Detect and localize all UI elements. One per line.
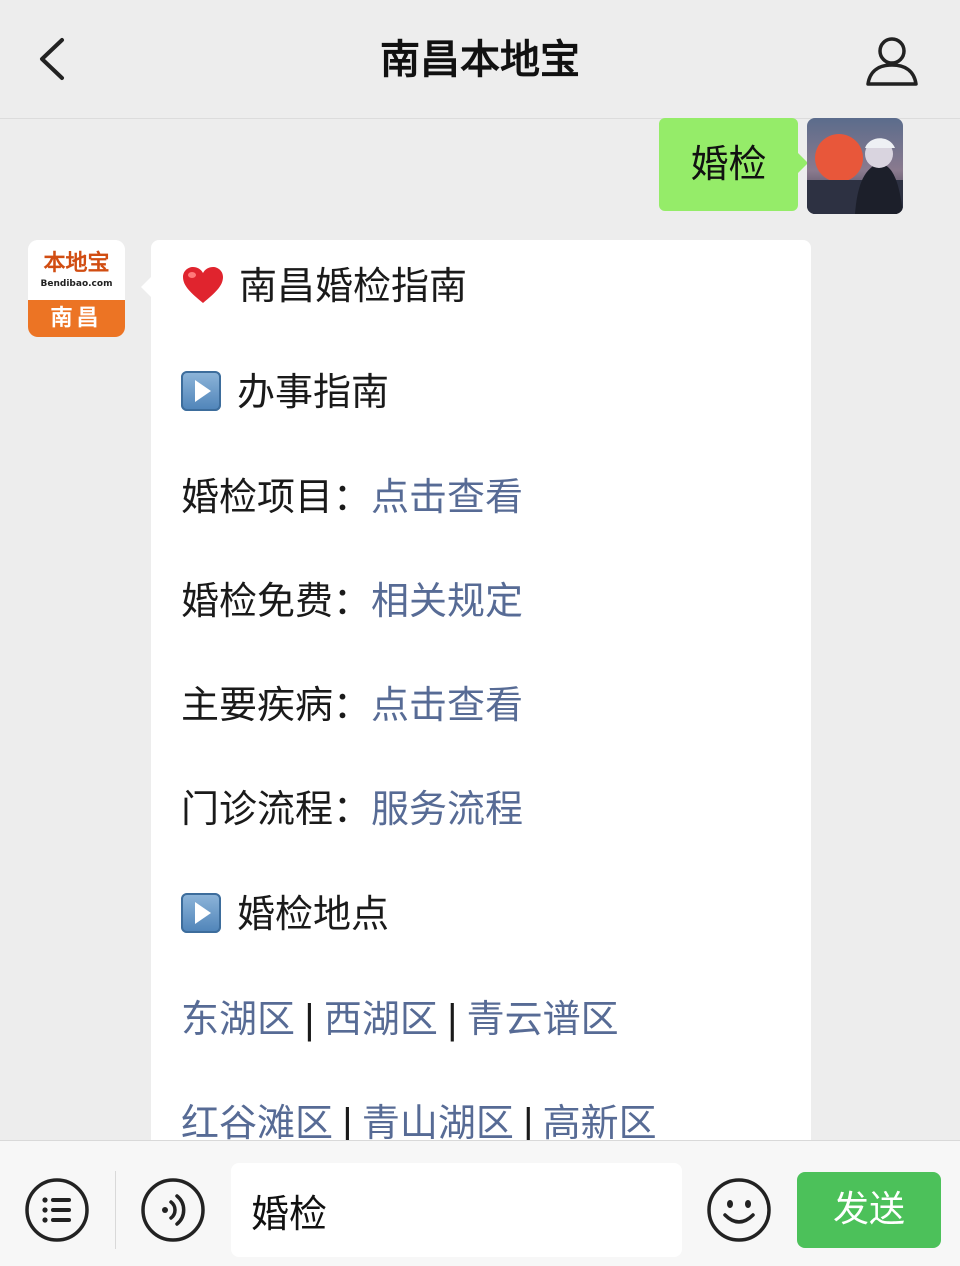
district-row: 红谷滩区 | 青山湖区 | 高新区: [181, 1097, 657, 1140]
top-bar: 南昌本地宝: [0, 0, 960, 119]
outgoing-bubble[interactable]: 婚检: [659, 118, 808, 211]
list-item: 婚检免费：相关规定: [181, 579, 524, 623]
profile-button[interactable]: [862, 34, 922, 90]
play-icon: [181, 893, 221, 933]
heart-icon: [183, 267, 223, 303]
logo-city: 南昌: [28, 300, 125, 337]
list-item: 主要疾病：点击查看: [181, 683, 524, 727]
divider: [115, 1171, 116, 1249]
reply-heading: 南昌婚检指南: [181, 260, 467, 312]
link-district[interactable]: 高新区: [543, 1101, 657, 1140]
logo: 本地宝 Bendibao.com: [28, 240, 125, 300]
link-district[interactable]: 东湖区: [181, 997, 295, 1041]
link-district[interactable]: 红谷滩区: [181, 1101, 333, 1140]
link-exam-items[interactable]: 点击查看: [371, 475, 523, 519]
profile-icon: [866, 37, 918, 86]
link-district[interactable]: 青云谱区: [467, 997, 619, 1041]
link-service-process[interactable]: 服务流程: [371, 787, 523, 831]
page-title: 南昌本地宝: [380, 37, 580, 83]
user-avatar[interactable]: [807, 118, 903, 214]
list-item: 门诊流程：服务流程: [181, 787, 524, 831]
bot-avatar[interactable]: 本地宝 Bendibao.com 南昌: [28, 240, 125, 337]
input-bar: 发送: [0, 1140, 960, 1266]
play-icon: [181, 371, 221, 411]
menu-icon: [25, 1178, 89, 1242]
link-district[interactable]: 青山湖区: [362, 1101, 514, 1140]
reply-bubble: 南昌婚检指南 办事指南 婚检项目：点击查看 婚检免费：相关规定 主要疾病：点击查…: [141, 240, 811, 1140]
link-main-diseases[interactable]: 点击查看: [371, 683, 523, 727]
voice-button[interactable]: [140, 1177, 206, 1243]
list-item: 婚检项目：点击查看: [181, 475, 524, 519]
chat-area[interactable]: 婚检 本地宝 Bendibao.com 南昌 南昌婚检指南 办事指南 婚检项目：…: [0, 118, 960, 1140]
menu-button[interactable]: [24, 1177, 90, 1243]
voice-icon: [141, 1178, 205, 1242]
send-button[interactable]: 发送: [797, 1172, 941, 1248]
link-district[interactable]: 西湖区: [324, 997, 438, 1041]
section-locations: 婚检地点: [181, 888, 389, 940]
district-row: 东湖区 | 西湖区 | 青云谱区: [181, 997, 619, 1041]
section-office-guide: 办事指南: [181, 366, 389, 418]
emoji-icon: [707, 1178, 771, 1242]
message-input[interactable]: [231, 1163, 682, 1257]
link-free-rules[interactable]: 相关规定: [371, 579, 523, 623]
emoji-button[interactable]: [706, 1177, 772, 1243]
